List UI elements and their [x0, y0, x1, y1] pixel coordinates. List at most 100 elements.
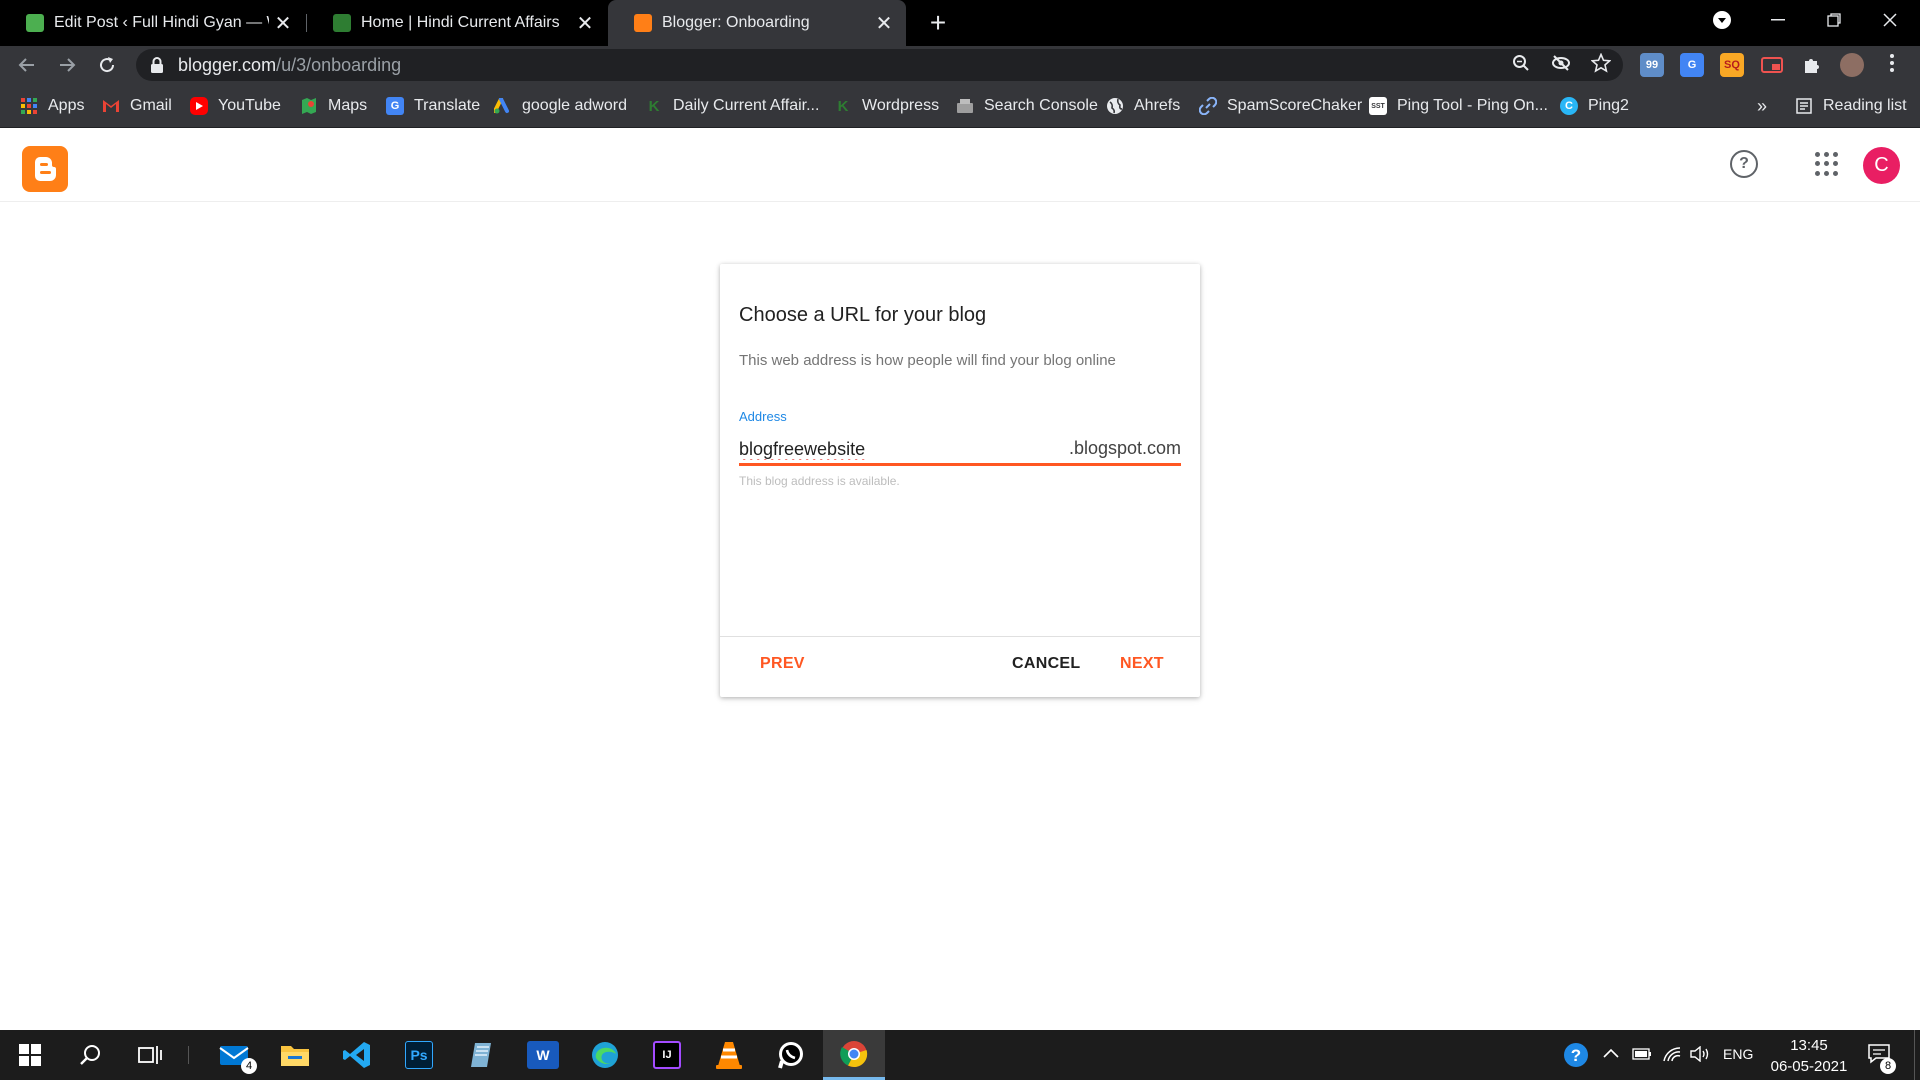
battery-icon[interactable] — [1632, 1047, 1652, 1064]
next-button[interactable]: NEXT — [1120, 655, 1164, 673]
vscode-icon[interactable] — [327, 1030, 387, 1080]
profile-picture-icon[interactable] — [1840, 53, 1864, 77]
bookmarks-bar: Apps Gmail YouTube Maps G Translate goog… — [0, 84, 1920, 128]
bookmark-ahrefs[interactable]: Ahrefs — [1106, 94, 1180, 118]
minimize-button[interactable] — [1750, 0, 1806, 40]
profile-menu-icon[interactable] — [1694, 0, 1750, 40]
intellij-tile: IJ — [653, 1041, 681, 1069]
forward-button[interactable] — [50, 48, 84, 82]
cancel-button[interactable]: CANCEL — [1012, 655, 1080, 673]
taskbar-divider — [188, 1046, 189, 1064]
mail-app-icon[interactable]: 4 — [205, 1030, 265, 1080]
edge-icon[interactable] — [575, 1030, 635, 1080]
url-path: /u/3/onboarding — [276, 55, 402, 75]
url-text[interactable]: blogger.com/u/3/onboarding — [178, 55, 401, 76]
wifi-icon[interactable] — [1662, 1045, 1682, 1067]
bookmark-translate[interactable]: G Translate — [386, 94, 480, 118]
bookmark-search-console[interactable]: Search Console — [956, 94, 1098, 118]
extensions-puzzle-icon[interactable] — [1800, 53, 1824, 77]
task-view-icon[interactable] — [120, 1030, 180, 1080]
notification-center-icon[interactable]: 8 — [1868, 1044, 1896, 1074]
file-explorer-icon[interactable] — [265, 1030, 325, 1080]
taskbar-clock[interactable]: 13:45 06-05-2021 — [1766, 1035, 1852, 1077]
dialog-divider — [720, 636, 1200, 637]
translate-icon: G — [386, 97, 404, 115]
bookmark-maps[interactable]: Maps — [300, 94, 367, 118]
picture-in-picture-extension-icon[interactable] — [1760, 53, 1784, 77]
clock-date: 06-05-2021 — [1770, 1058, 1848, 1075]
new-tab-button[interactable]: + — [921, 6, 955, 40]
bookmark-label: Wordpress — [862, 97, 940, 114]
show-desktop-strip[interactable] — [1914, 1030, 1920, 1080]
tab-hindi-current-affairs[interactable]: Home | Hindi Current Affairs ✕ — [307, 0, 607, 46]
photoshop-icon[interactable]: Ps — [389, 1030, 449, 1080]
blogger-logo-icon[interactable] — [22, 146, 68, 192]
dialog-subtitle: This web address is how people will find… — [739, 352, 1116, 369]
blogspot-suffix: .blogspot.com — [1068, 438, 1181, 458]
address-field-underline — [739, 463, 1181, 466]
restore-button[interactable] — [1806, 0, 1862, 40]
bookmark-label: SpamScoreChaker — [1227, 97, 1363, 114]
show-hidden-icons-chevron-icon[interactable] — [1603, 1046, 1619, 1063]
close-window-button[interactable] — [1862, 0, 1918, 40]
notepad-icon[interactable] — [451, 1030, 511, 1080]
start-button[interactable] — [0, 1030, 60, 1080]
extension-99-icon[interactable]: 99 — [1640, 53, 1664, 77]
blogger-favicon-icon — [634, 14, 652, 32]
tab-title: Home | Hindi Current Affairs — [361, 14, 560, 31]
bookmark-google-adword[interactable]: google adword — [494, 94, 627, 118]
vlc-icon[interactable] — [699, 1030, 759, 1080]
reading-list-button[interactable]: Reading list — [1795, 94, 1907, 118]
ping2-icon: C — [1560, 97, 1578, 115]
bookmark-spamscorechaker[interactable]: SpamScoreChaker — [1199, 94, 1362, 118]
avatar[interactable]: C — [1863, 147, 1900, 184]
tab-edit-post[interactable]: Edit Post ‹ Full Hindi Gyan — Wo ✕ — [0, 0, 305, 46]
search-console-icon — [956, 97, 974, 115]
bookmark-ping2[interactable]: C Ping2 — [1560, 94, 1629, 118]
tab-title: Edit Post ‹ Full Hindi Gyan — Wo — [54, 14, 269, 31]
maps-icon — [300, 97, 318, 115]
close-tab-icon[interactable]: ✕ — [870, 9, 898, 37]
help-icon[interactable]: ? — [1730, 150, 1758, 178]
close-tab-icon[interactable]: ✕ — [269, 9, 297, 37]
bookmark-star-icon[interactable] — [1589, 51, 1613, 75]
intellij-icon[interactable]: IJ — [637, 1030, 697, 1080]
google-translate-extension-icon[interactable]: G — [1680, 53, 1704, 77]
bookmark-apps[interactable]: Apps — [20, 94, 84, 118]
globe-icon — [1106, 97, 1124, 115]
address-input[interactable] — [739, 436, 1059, 462]
volume-icon[interactable] — [1690, 1045, 1712, 1066]
hindi-current-affairs-favicon-icon — [333, 14, 351, 32]
tab-title: Blogger: Onboarding — [662, 14, 810, 31]
address-field-label: Address — [739, 409, 787, 424]
eye-off-icon[interactable] — [1549, 51, 1573, 75]
help-tray-icon[interactable]: ? — [1563, 1042, 1589, 1072]
bookmark-ping-tool[interactable]: SST Ping Tool - Ping On... — [1369, 94, 1548, 118]
bookmark-label: Ping2 — [1588, 97, 1629, 114]
bookmark-wordpress[interactable]: K Wordpress — [834, 94, 939, 118]
bookmark-label: Ping Tool - Ping On... — [1397, 97, 1548, 114]
zoom-icon[interactable] — [1509, 51, 1533, 75]
choose-url-dialog: Choose a URL for your blog This web addr… — [720, 264, 1200, 697]
bookmark-label: Maps — [328, 97, 368, 114]
kebab-menu-icon[interactable] — [1880, 51, 1904, 75]
language-indicator[interactable]: ENG — [1723, 1046, 1753, 1062]
tab-blogger-onboarding[interactable]: Blogger: Onboarding ✕ — [608, 0, 906, 46]
wordpress-favicon-icon — [26, 14, 44, 32]
seoquake-extension-icon[interactable]: SQ — [1720, 53, 1744, 77]
word-icon[interactable]: W — [513, 1030, 573, 1080]
close-tab-icon[interactable]: ✕ — [571, 9, 599, 37]
google-apps-icon[interactable] — [1815, 152, 1839, 176]
whatsapp-icon[interactable] — [761, 1030, 821, 1080]
bookmark-gmail[interactable]: Gmail — [102, 94, 172, 118]
back-button[interactable] — [10, 48, 44, 82]
reload-button[interactable] — [90, 48, 124, 82]
address-bar[interactable]: blogger.com/u/3/onboarding — [136, 49, 1623, 81]
chrome-icon[interactable] — [823, 1030, 885, 1080]
bookmarks-overflow-button[interactable]: » — [1757, 94, 1767, 118]
bookmark-daily-current-affairs[interactable]: K Daily Current Affair... — [645, 94, 820, 118]
bookmark-youtube[interactable]: YouTube — [190, 94, 281, 118]
search-icon[interactable] — [60, 1030, 120, 1080]
url-host: blogger.com — [178, 55, 277, 75]
prev-button[interactable]: PREV — [760, 655, 805, 673]
